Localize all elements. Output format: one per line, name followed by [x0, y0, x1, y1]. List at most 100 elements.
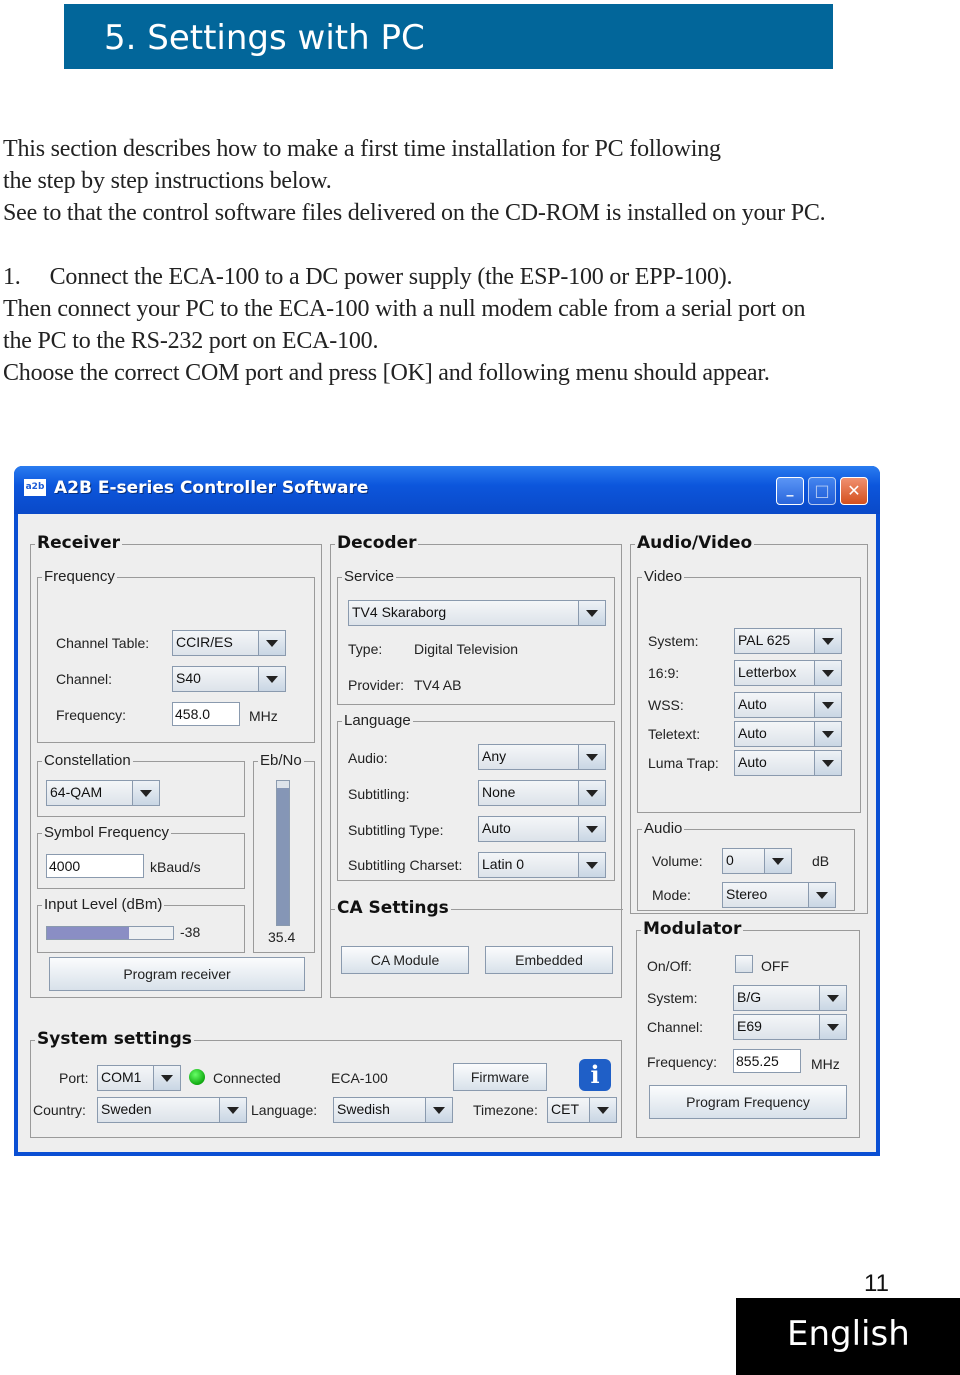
ca-settings-group: CA Settings CA Module Embedded — [331, 898, 623, 999]
video-system-select[interactable]: PAL 625 — [734, 628, 842, 654]
constellation-select[interactable]: 64-QAM — [46, 780, 160, 806]
title-bar[interactable]: a2b A2B E-series Controller Software _ □… — [14, 466, 880, 514]
maximize-button[interactable]: □ — [808, 477, 836, 505]
modulator-group: Modulator On/Off: OFF System: B/G Channe… — [636, 919, 860, 1138]
close-icon: ✕ — [847, 481, 861, 500]
chevron-down-icon[interactable] — [153, 1066, 180, 1090]
app-window: a2b A2B E-series Controller Software _ □… — [14, 466, 880, 1156]
chevron-down-icon[interactable] — [808, 883, 835, 907]
onoff-checkbox[interactable] — [735, 955, 753, 973]
port-select[interactable]: COM1 — [97, 1065, 181, 1091]
ebno-label: Eb/No — [258, 752, 304, 770]
type-label: Type: — [348, 641, 383, 657]
system-language-select[interactable]: Swedish — [333, 1097, 453, 1123]
receiver-group: Receiver Frequency Channel Table: CCIR/E… — [30, 533, 322, 998]
ebno-group: Eb/No 35.4 — [253, 752, 315, 953]
body-line: the step by step instructions below. — [3, 168, 332, 194]
mode-select[interactable]: Stereo — [722, 882, 836, 908]
service-value: TV4 Skaraborg — [352, 604, 447, 620]
teletext-label: Teletext: — [648, 726, 701, 742]
audio-language-value: Any — [482, 748, 507, 764]
video-group: Video System: PAL 625 16:9: Letterbox WS… — [637, 568, 861, 813]
chevron-down-icon[interactable] — [589, 1098, 616, 1122]
modulator-system-label: System: — [647, 990, 698, 1006]
chevron-down-icon[interactable] — [814, 693, 841, 717]
chevron-down-icon[interactable] — [578, 817, 605, 841]
service-select[interactable]: TV4 Skaraborg — [348, 600, 606, 626]
device-name: ECA-100 — [331, 1070, 388, 1086]
language-tab: English — [736, 1298, 960, 1375]
window-title: A2B E-series Controller Software — [54, 478, 369, 498]
chevron-down-icon[interactable] — [578, 601, 605, 625]
chevron-down-icon[interactable] — [132, 781, 159, 805]
body-line: Then connect your PC to the ECA-100 with… — [3, 296, 806, 322]
timezone-label: Timezone: — [473, 1102, 538, 1118]
subtitling-select[interactable]: None — [478, 780, 606, 806]
symbol-frequency-input[interactable]: 4000 — [46, 854, 144, 878]
chevron-down-icon[interactable] — [819, 1015, 846, 1039]
channel-select[interactable]: S40 — [172, 666, 286, 692]
minimize-button[interactable]: _ — [776, 477, 804, 505]
chevron-down-icon[interactable] — [425, 1098, 452, 1122]
minimize-icon: _ — [786, 481, 794, 497]
body-line: This section describes how to make a fir… — [3, 136, 721, 162]
chevron-down-icon[interactable] — [764, 849, 791, 873]
volume-select[interactable]: 0 — [722, 848, 792, 874]
audio-language-select[interactable]: Any — [478, 744, 606, 770]
luma-trap-select[interactable]: Auto — [734, 750, 842, 776]
subtitling-type-select[interactable]: Auto — [478, 816, 606, 842]
teletext-select[interactable]: Auto — [734, 721, 842, 747]
channel-value: S40 — [176, 670, 201, 686]
close-button[interactable]: ✕ — [840, 477, 868, 505]
teletext-value: Auto — [738, 725, 767, 741]
receiver-title: Receiver — [35, 533, 123, 553]
frequency-input[interactable]: 458.0 — [172, 702, 240, 726]
system-language-label: Language: — [251, 1102, 318, 1118]
chevron-down-icon[interactable] — [814, 661, 841, 685]
chevron-down-icon[interactable] — [219, 1098, 246, 1122]
chevron-down-icon[interactable] — [819, 986, 846, 1010]
video-group-label: Video — [642, 568, 685, 586]
frequency-value: 458.0 — [175, 706, 211, 722]
info-icon[interactable]: i — [579, 1059, 611, 1091]
chevron-down-icon[interactable] — [814, 722, 841, 746]
subtitling-charset-select[interactable]: Latin 0 — [478, 852, 606, 878]
modulator-frequency-input[interactable]: 855.25 — [733, 1049, 801, 1073]
modulator-frequency-value: 855.25 — [736, 1053, 779, 1069]
input-level-label: Input Level (dBm) — [42, 896, 165, 914]
firmware-button[interactable]: Firmware — [453, 1063, 547, 1091]
wss-select[interactable]: Auto — [734, 692, 842, 718]
body-line: See to that the control software files d… — [3, 200, 826, 226]
modulator-channel-select[interactable]: E69 — [733, 1014, 847, 1040]
body-line: Choose the correct COM port and press [O… — [3, 360, 770, 386]
timezone-select[interactable]: CET — [547, 1097, 617, 1123]
decoder-group: Decoder Service TV4 Skaraborg Type: Digi… — [330, 533, 623, 999]
chevron-down-icon[interactable] — [578, 853, 605, 877]
chevron-down-icon[interactable] — [258, 667, 285, 691]
country-select[interactable]: Sweden — [97, 1097, 247, 1123]
frequency-group: Frequency Channel Table: CCIR/ES Channel… — [37, 568, 315, 743]
type-value: Digital Television — [414, 641, 519, 657]
program-frequency-button[interactable]: Program Frequency — [649, 1085, 847, 1119]
port-label: Port: — [59, 1070, 89, 1086]
ca-module-button[interactable]: CA Module — [341, 946, 469, 974]
audio-language-label: Audio: — [348, 750, 388, 766]
country-value: Sweden — [101, 1101, 152, 1117]
subtitling-type-label: Subtitling Type: — [348, 822, 444, 838]
chevron-down-icon[interactable] — [578, 781, 605, 805]
channel-table-select[interactable]: CCIR/ES — [172, 630, 286, 656]
chevron-down-icon[interactable] — [814, 629, 841, 653]
constellation-value: 64-QAM — [50, 784, 103, 800]
app-logo-icon: a2b — [24, 479, 46, 496]
chevron-down-icon[interactable] — [578, 745, 605, 769]
channel-table-label: Channel Table: — [56, 635, 150, 651]
connection-status: Connected — [213, 1070, 281, 1086]
section-title: 5. Settings with PC — [104, 18, 425, 58]
chevron-down-icon[interactable] — [258, 631, 285, 655]
program-receiver-button[interactable]: Program receiver — [49, 957, 305, 991]
aspect-select[interactable]: Letterbox — [734, 660, 842, 686]
constellation-label: Constellation — [42, 752, 133, 770]
chevron-down-icon[interactable] — [814, 751, 841, 775]
modulator-system-select[interactable]: B/G — [733, 985, 847, 1011]
embedded-button[interactable]: Embedded — [485, 946, 613, 974]
